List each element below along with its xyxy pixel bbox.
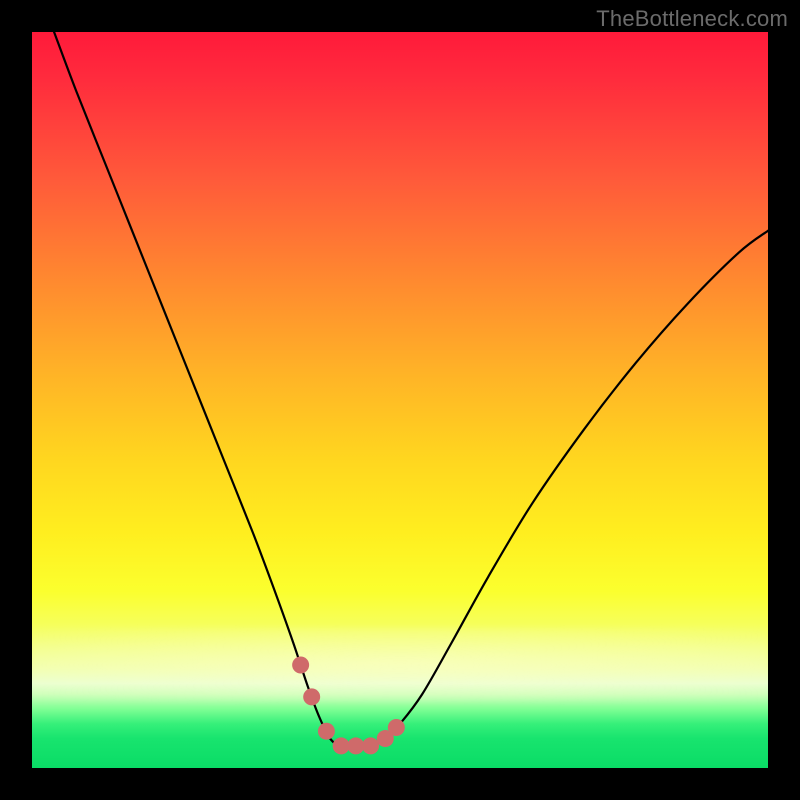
watermark-text: TheBottleneck.com <box>596 6 788 32</box>
curve-marker <box>388 719 405 736</box>
plot-area <box>32 32 768 768</box>
chart-frame: TheBottleneck.com <box>0 0 800 800</box>
curve-marker <box>362 737 379 754</box>
curve-marker <box>333 737 350 754</box>
curve-marker <box>303 688 320 705</box>
curve-marker <box>347 737 364 754</box>
curve-marker <box>292 656 309 673</box>
bottleneck-curve-line <box>54 32 768 746</box>
curve-marker <box>318 723 335 740</box>
curve-markers <box>292 656 405 754</box>
bottleneck-curve-svg <box>32 32 768 768</box>
